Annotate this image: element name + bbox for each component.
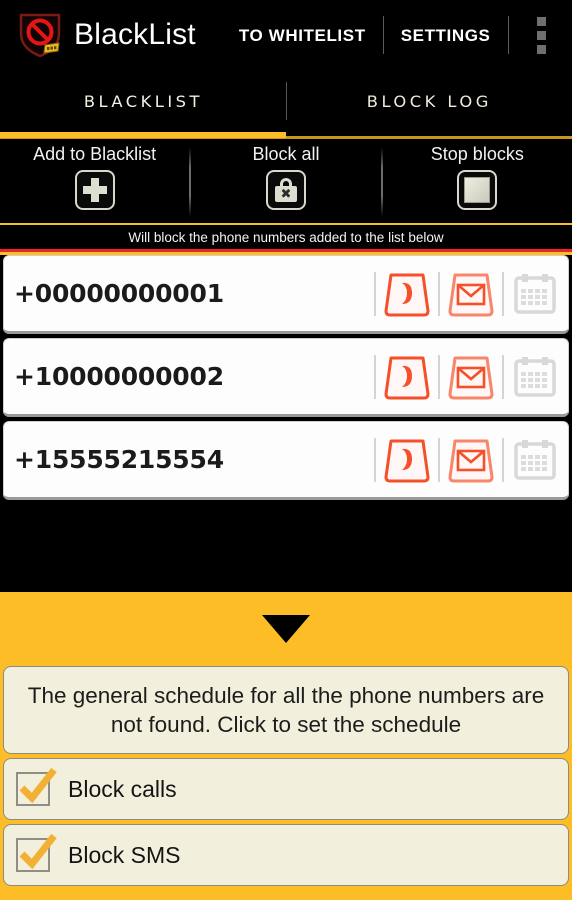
checkmark-icon [19,833,57,870]
lock-x-icon: ✖ [265,170,306,210]
block-sms-label: Block SMS [68,841,181,868]
sms-block-icon[interactable] [442,268,500,320]
row-divider [374,354,376,399]
calendar-icon[interactable] [506,434,564,486]
to-whitelist-button[interactable]: TO WHITELIST [222,27,383,44]
tab-blacklist-label: BLACKLIST [83,91,203,111]
stop-blocks-label: Stop blocks [430,144,524,164]
row-divider [502,354,504,399]
block-all-button[interactable]: Block all ✖ [191,139,380,223]
action-bar-divider-2 [507,16,509,54]
sms-block-icon[interactable] [442,434,500,486]
action-bar: BlackList TO WHITELIST SETTINGS [0,0,572,70]
tab-underline-active [0,132,286,138]
tab-underline [0,132,572,138]
info-banner-text: Will block the phone numbers added to th… [128,229,444,245]
row-divider [438,354,440,399]
row-actions [372,434,568,486]
quick-action-row: Add to Blacklist Block all ✖ Stop blocks [0,138,572,223]
stop-blocks-button[interactable]: Stop blocks [383,139,572,223]
row-actions [372,268,568,320]
plus-icon [74,170,115,210]
stop-square-icon [457,170,498,210]
table-row[interactable]: +15555215554 [3,421,569,500]
phone-number: +00000000001 [14,279,224,308]
overflow-menu-icon[interactable] [518,7,564,63]
tab-block-log-label: BLOCK LOG [366,91,492,111]
row-divider [502,437,504,482]
app-title: BlackList [74,18,196,51]
table-row[interactable]: +00000000001 [3,255,569,334]
block-sms-checkbox[interactable] [16,833,57,872]
add-to-blacklist-button[interactable]: Add to Blacklist [0,139,189,223]
phone-block-icon[interactable] [378,268,436,320]
calendar-icon[interactable] [506,351,564,403]
block-calls-checkbox-row[interactable]: Block calls [3,758,569,820]
table-row[interactable]: +10000000002 [3,338,569,417]
block-all-label: Block all [252,144,320,164]
collapse-panel[interactable] [0,592,572,666]
row-divider [374,437,376,482]
add-to-blacklist-label: Add to Blacklist [33,144,157,164]
blacklist-list: +00000000001 +10000000002 +15555215554 [0,255,572,500]
settings-button[interactable]: SETTINGS [384,27,508,44]
phone-block-icon[interactable] [378,434,436,486]
row-divider [438,271,440,316]
block-sms-checkbox-row[interactable]: Block SMS [3,824,569,886]
tab-bar: BLACKLIST BLOCK LOG [0,70,572,132]
empty-list-area [0,504,572,592]
footer-panel: The general schedule for all the phone n… [0,666,572,894]
schedule-card-text: The general schedule for all the phone n… [27,683,545,737]
schedule-card[interactable]: The general schedule for all the phone n… [3,666,569,754]
app-root: BlackList TO WHITELIST SETTINGS BLACKLIS… [0,0,572,900]
block-calls-label: Block calls [68,775,177,802]
row-divider [502,271,504,316]
phone-number: +15555215554 [14,445,224,474]
calendar-icon[interactable] [506,268,564,320]
phone-number: +10000000002 [14,362,224,391]
sms-block-icon[interactable] [442,351,500,403]
phone-block-icon[interactable] [378,351,436,403]
row-divider [374,271,376,316]
caret-down-icon[interactable] [262,615,310,643]
tab-blacklist[interactable]: BLACKLIST [0,70,286,132]
row-divider [438,437,440,482]
tab-underline-inactive [286,132,572,138]
info-banner: Will block the phone numbers added to th… [0,223,572,249]
tab-block-log[interactable]: BLOCK LOG [286,70,572,132]
bottom-rule [0,894,572,900]
block-calls-checkbox[interactable] [16,767,57,806]
shield-block-icon [18,12,62,58]
checkmark-icon [19,767,57,804]
row-actions [372,351,568,403]
